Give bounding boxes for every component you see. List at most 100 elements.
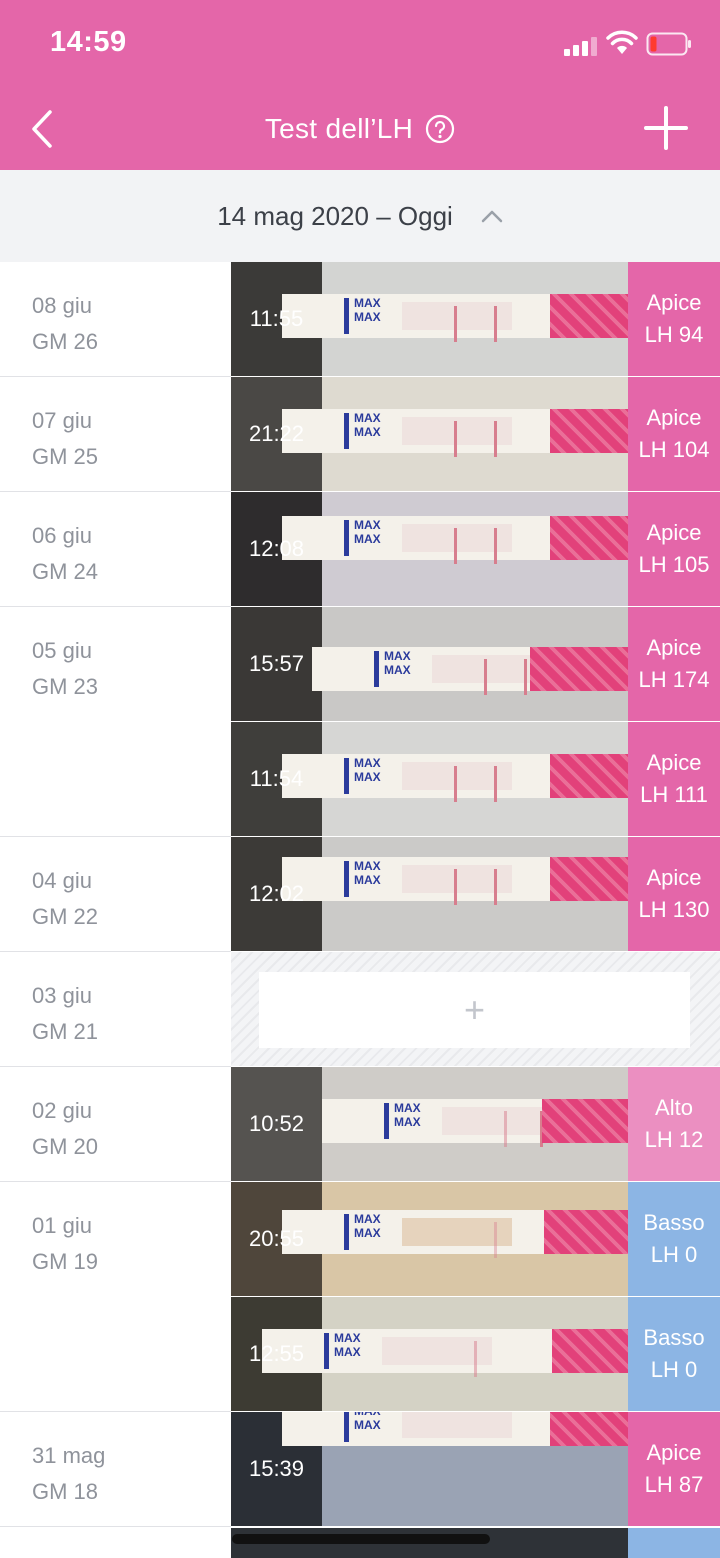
photo-background: MAXMAX <box>282 1412 628 1526</box>
entry-cycle-day: GM 21 <box>32 1019 99 1044</box>
test-line <box>504 1111 507 1147</box>
strip-handle <box>542 1099 628 1143</box>
result-badge: Alto LH 12 <box>628 1067 720 1181</box>
test-strip-photo[interactable]: MAX MAX 12:08 <box>231 492 628 606</box>
result-badge: Basso LH 0 <box>628 1182 720 1296</box>
entry-cycle-day: GM 25 <box>32 444 99 469</box>
strip-result-window <box>402 1412 512 1438</box>
control-line <box>524 659 527 695</box>
add-test-top-button[interactable] <box>642 104 690 152</box>
back-button[interactable] <box>22 102 66 156</box>
photo-background: MAXMAX <box>282 837 628 951</box>
entry-date: 01 giu <box>32 1213 92 1238</box>
cellular-signal-icon <box>564 37 597 56</box>
test-strip-photo[interactable]: MAX MAX 12:02 <box>231 837 628 951</box>
entry-cycle-day: GM 23 <box>32 674 99 699</box>
photo-background: MAXMAX <box>282 1182 628 1296</box>
test-strip-photo[interactable]: MAX MAX 20:55 <box>231 1182 628 1296</box>
photo-background: MAXMAX <box>262 1297 628 1411</box>
test-strip: MAXMAX <box>282 857 628 905</box>
strip-result-window <box>402 524 512 564</box>
strip-max-mark: MAXMAX <box>344 756 398 796</box>
list-item: 06 giu GM 24 MAX MAX 12:08 Apice LH 105 <box>0 492 720 607</box>
result-level: Alto <box>655 1095 693 1120</box>
list-item: 07 giu GM 25 MAX MAX 21:22 Apice LH 104 <box>0 377 720 492</box>
entry-date: 04 giu <box>32 868 92 893</box>
test-strip: MAXMAX <box>312 647 628 695</box>
result-level: Apice <box>646 750 702 775</box>
entry-date: 05 giu <box>32 638 92 663</box>
test-line <box>454 528 457 564</box>
result-level: Apice <box>646 635 702 660</box>
strip-max-mark: MAXMAX <box>344 859 398 899</box>
strip-max-mark: MAXMAX <box>344 296 398 336</box>
test-line <box>454 869 457 905</box>
result-level: Apice <box>646 1440 702 1465</box>
chevron-up-icon <box>481 210 503 223</box>
test-strip-photo[interactable]: MAX MAX 10:52 <box>231 1067 628 1181</box>
entry-date: 03 giu <box>32 983 92 1008</box>
list-item: 08 giu GM 26 MAX MAX 11:55 Apice LH 94 <box>0 262 720 377</box>
test-strip: MAXMAX <box>282 1412 628 1446</box>
test-time: 21:22 <box>248 421 305 446</box>
entry-date: 08 giu <box>32 293 92 318</box>
test-line <box>454 306 457 342</box>
test-strip: MAXMAX <box>282 409 628 457</box>
date-range-toggle[interactable]: 14 mag 2020 – Oggi <box>0 170 720 262</box>
help-icon[interactable] <box>425 114 455 144</box>
date-label: 07 giu GM 25 <box>32 403 98 475</box>
lh-value: LH 130 <box>638 897 710 922</box>
page-title: Test dell’LH <box>264 113 414 144</box>
strip-handle <box>550 516 628 560</box>
result-badge <box>628 1528 720 1558</box>
test-strip-photo[interactable]: MAX MAX 15:57 <box>231 607 628 721</box>
strip-max-mark: MAXMAX <box>324 1331 378 1371</box>
date-label: 05 giu GM 23 <box>32 633 98 705</box>
test-strip-photo[interactable]: MAX MAX 12:55 <box>231 1297 628 1411</box>
test-strip: MAXMAX <box>322 1099 628 1147</box>
entry-cycle-day: GM 19 <box>32 1249 99 1274</box>
result-level: Apice <box>646 865 702 890</box>
nav-title-group: Test dell’LH <box>0 88 720 170</box>
strip-result-window <box>382 1337 492 1377</box>
photo-background: MAXMAX <box>282 377 628 491</box>
wifi-icon <box>606 30 638 54</box>
status-time: 14:59 <box>50 26 127 58</box>
result-level: Apice <box>646 290 702 315</box>
date-label: 03 giu GM 21 <box>32 978 98 1050</box>
strip-result-window <box>432 655 542 695</box>
control-line <box>494 528 497 564</box>
photo-background: MAXMAX <box>312 607 628 721</box>
test-strip-photo[interactable]: MAXMAX 15:39 <box>231 1412 628 1526</box>
control-line <box>494 306 497 342</box>
strip-max-mark: MAXMAX <box>344 1412 398 1444</box>
result-badge: Apice LH 104 <box>628 377 720 491</box>
lh-value: LH 12 <box>644 1127 704 1152</box>
lh-value: LH 94 <box>644 322 704 347</box>
add-test-button[interactable]: + <box>259 972 690 1048</box>
entry-date: 06 giu <box>32 523 92 548</box>
strip-max-mark: MAXMAX <box>344 518 398 558</box>
test-strip-photo[interactable]: MAX MAX 11:55 <box>231 262 628 376</box>
lh-value: LH 87 <box>644 1472 704 1497</box>
test-line <box>484 659 487 695</box>
home-indicator[interactable] <box>232 1534 490 1544</box>
list-item: 02 giu GM 20 MAX MAX 10:52 Alto LH 12 <box>0 1067 720 1182</box>
strip-handle <box>550 294 628 338</box>
divider <box>0 1526 231 1527</box>
date-label: 31 mag GM 18 <box>32 1438 105 1510</box>
strip-result-window <box>402 302 512 342</box>
test-strip-photo[interactable]: MAX MAX 11:54 <box>231 722 628 836</box>
photo-background: MAXMAX <box>282 262 628 376</box>
list-item: 01 giu GM 19 MAX MAX 20:55 Basso LH 0 <box>0 1182 720 1297</box>
test-strip: MAXMAX <box>282 754 628 802</box>
strip-result-window <box>402 417 512 457</box>
result-badge: Basso LH 0 <box>628 1297 720 1411</box>
date-label: 02 giu GM 20 <box>32 1093 98 1165</box>
result-level: Apice <box>646 405 702 430</box>
test-time: 20:55 <box>248 1226 305 1251</box>
entry-cycle-day: GM 26 <box>32 329 99 354</box>
test-strip-photo[interactable]: MAX MAX 21:22 <box>231 377 628 491</box>
strip-handle <box>550 1412 628 1446</box>
strip-max-mark: MAXMAX <box>384 1101 438 1141</box>
